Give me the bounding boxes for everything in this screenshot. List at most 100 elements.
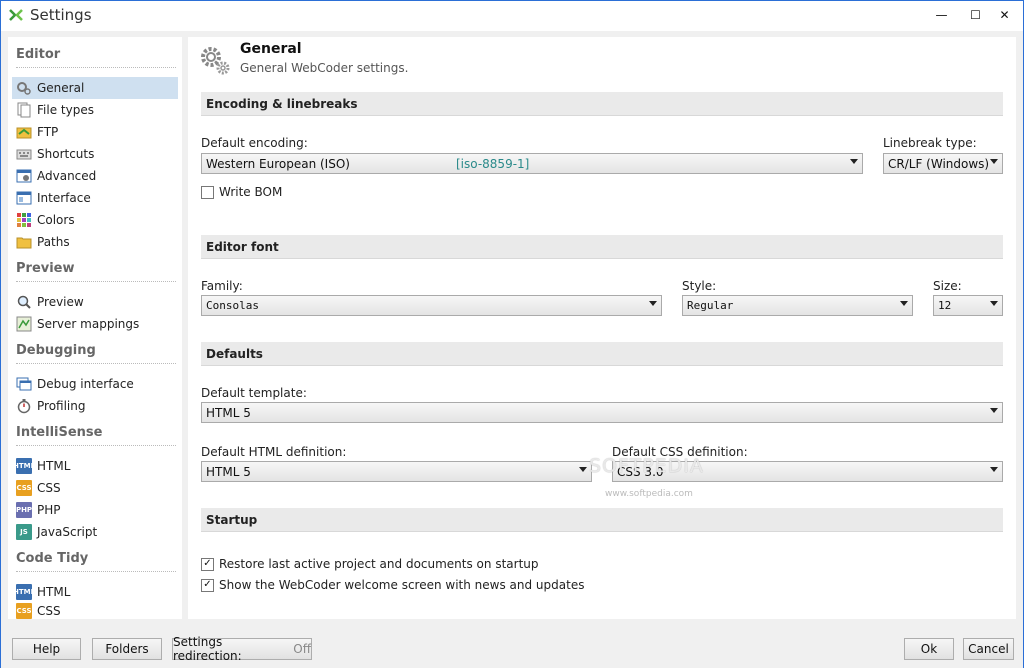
html-icon: HTML <box>13 584 35 600</box>
sidebar-item-ftp[interactable]: FTP <box>12 121 178 143</box>
keyboard-icon <box>16 149 32 160</box>
settings-content: General General WebCoder settings. Encod… <box>188 37 1016 619</box>
ok-button[interactable]: Ok <box>904 638 954 660</box>
default-encoding-label: Default encoding: <box>201 136 308 150</box>
settings-redirection-label: Settings redirection: <box>173 635 242 663</box>
sidebar-item-file-types[interactable]: File types <box>12 99 178 121</box>
welcome-screen-checkbox[interactable]: ✓ Show the WebCoder welcome screen with … <box>201 578 584 592</box>
sidebar-item-label: CSS <box>37 604 61 618</box>
sidebar-item-label: Paths <box>37 235 70 249</box>
sidebar-header-code-tidy: Code Tidy <box>16 551 89 566</box>
sidebar-item-label: PHP <box>37 503 61 517</box>
sidebar-item-label: HTML <box>37 459 71 473</box>
gears-icon <box>17 82 31 95</box>
server-map-icon <box>16 316 32 332</box>
sidebar-item-label: Debug interface <box>37 377 134 391</box>
debug-window-icon <box>16 377 32 391</box>
sidebar-item-tidy-css[interactable]: CSS CSS <box>12 603 178 619</box>
default-html-definition-select[interactable]: HTML 5 <box>201 461 592 482</box>
settings-window: Settings — ☐ ✕ Editor General File types… <box>0 0 1024 668</box>
close-button[interactable]: ✕ <box>987 1 1022 29</box>
default-css-definition-label: Default CSS definition: <box>612 445 748 459</box>
php-icon: PHP <box>16 502 32 518</box>
sidebar-item-preview[interactable]: Preview <box>12 291 178 313</box>
default-html-definition-label: Default HTML definition: <box>201 445 347 459</box>
section-startup-header: Startup <box>201 508 1003 532</box>
file-types-icon <box>17 102 31 118</box>
chevron-down-icon <box>990 408 998 413</box>
colors-icon <box>17 213 31 227</box>
default-template-value: HTML 5 <box>206 405 251 420</box>
restore-project-label: Restore last active project and document… <box>219 557 539 571</box>
default-encoding-value: Western European (ISO) <box>206 156 350 171</box>
sidebar-item-general[interactable]: General <box>12 77 178 99</box>
sidebar-item-intellisense-html[interactable]: HTML HTML <box>12 455 178 477</box>
minimize-button[interactable]: — <box>924 1 959 29</box>
font-family-label: Family: <box>201 279 243 293</box>
default-encoding-select[interactable]: Western European (ISO) [iso-8859-1] <box>201 153 863 174</box>
sidebar-item-colors[interactable]: Colors <box>12 209 178 231</box>
help-button[interactable]: Help <box>12 638 81 660</box>
font-style-select[interactable]: Regular <box>682 295 913 316</box>
sidebar-item-advanced[interactable]: Advanced <box>12 165 178 187</box>
sidebar-divider <box>16 363 176 364</box>
interface-icon <box>16 191 32 205</box>
sidebar-item-label: Interface <box>37 191 91 205</box>
default-html-definition-value: HTML 5 <box>206 464 251 479</box>
restore-project-checkbox[interactable]: ✓ Restore last active project and docume… <box>201 557 539 571</box>
checkbox-box[interactable]: ✓ <box>201 578 214 592</box>
chevron-down-icon <box>579 467 587 472</box>
sidebar-item-intellisense-php[interactable]: PHP PHP <box>12 499 178 521</box>
sidebar-item-interface[interactable]: Interface <box>12 187 178 209</box>
sidebar-item-intellisense-javascript[interactable]: JS JavaScript <box>12 521 178 543</box>
sidebar-item-debug-interface[interactable]: Debug interface <box>12 373 178 395</box>
page-subtitle: General WebCoder settings. <box>240 61 409 75</box>
checkbox-box[interactable]: ✓ <box>201 557 214 571</box>
sidebar-item-intellisense-css[interactable]: CSS CSS <box>12 477 178 499</box>
linebreak-type-label: Linebreak type: <box>883 136 977 150</box>
write-bom-checkbox[interactable]: Write BOM <box>201 185 282 199</box>
font-size-value: 12 <box>938 299 952 312</box>
folder-icon <box>16 237 32 249</box>
default-css-definition-value: CSS 3.0 <box>617 464 664 479</box>
section-defaults-header: Defaults <box>201 342 1003 366</box>
html-icon: HTML <box>13 458 35 474</box>
cancel-button[interactable]: Cancel <box>963 638 1014 660</box>
sidebar-item-label: Advanced <box>37 169 97 183</box>
chevron-down-icon <box>900 301 908 306</box>
chevron-down-icon <box>990 301 998 306</box>
chevron-down-icon <box>990 467 998 472</box>
javascript-icon: JS <box>16 524 32 540</box>
font-style-value: Regular <box>687 299 734 312</box>
default-css-definition-select[interactable]: CSS 3.0 <box>612 461 1003 482</box>
window-title: Settings <box>30 6 92 24</box>
sidebar-divider <box>16 445 176 446</box>
sidebar-item-label: Shortcuts <box>37 147 95 161</box>
checkbox-box[interactable] <box>201 185 214 199</box>
settings-redirection-state: Off <box>293 642 311 656</box>
sidebar-item-server-mappings[interactable]: Server mappings <box>12 313 178 335</box>
app-logo-icon <box>9 9 23 21</box>
chevron-down-icon <box>850 159 858 164</box>
sidebar-item-shortcuts[interactable]: Shortcuts <box>12 143 178 165</box>
write-bom-label: Write BOM <box>219 185 283 199</box>
gears-icon <box>201 47 230 75</box>
page-title: General <box>240 41 302 57</box>
settings-redirection-button[interactable]: Settings redirection: Off <box>172 635 312 663</box>
sidebar-item-profiling[interactable]: Profiling <box>12 395 178 417</box>
sidebar-header-editor: Editor <box>16 47 61 62</box>
sidebar-item-label: CSS <box>37 481 61 495</box>
linebreak-type-select[interactable]: CR/LF (Windows) <box>883 153 1003 174</box>
folders-button[interactable]: Folders <box>92 638 162 660</box>
linebreak-type-value: CR/LF (Windows) <box>888 156 990 171</box>
sidebar-item-paths[interactable]: Paths <box>12 231 178 253</box>
encoding-code: [iso-8859-1] <box>456 157 530 171</box>
magnifier-icon <box>17 295 31 309</box>
sidebar-item-tidy-html[interactable]: HTML HTML <box>12 581 178 603</box>
sidebar-item-label: FTP <box>37 125 59 139</box>
css-icon: CSS <box>16 480 32 496</box>
welcome-screen-label: Show the WebCoder welcome screen with ne… <box>219 578 585 592</box>
font-size-select[interactable]: 12 <box>933 295 1003 316</box>
default-template-select[interactable]: HTML 5 <box>201 402 1003 423</box>
font-family-select[interactable]: Consolas <box>201 295 662 316</box>
